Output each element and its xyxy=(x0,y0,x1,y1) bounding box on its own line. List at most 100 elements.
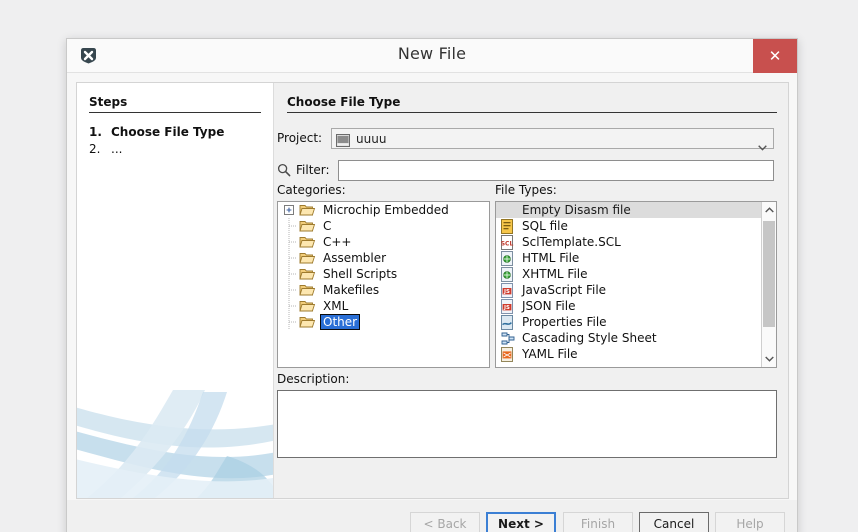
properties-file-icon xyxy=(500,314,516,330)
folder-icon xyxy=(299,250,316,266)
category-item[interactable]: Other xyxy=(278,314,489,330)
scrollbar-thumb[interactable] xyxy=(763,221,775,327)
category-item[interactable]: Microchip Embedded xyxy=(278,202,489,218)
tree-guide-icon xyxy=(282,266,299,282)
project-value: uuuu xyxy=(356,132,387,146)
category-item-label: Makefiles xyxy=(323,283,380,297)
scroll-up-button[interactable] xyxy=(762,202,776,218)
folder-icon xyxy=(299,234,316,250)
description-text-area[interactable] xyxy=(277,390,777,458)
json-file-icon: JS xyxy=(500,298,516,314)
folder-icon xyxy=(299,266,316,282)
file-types-items: Empty Disasm file SQL file SCL SclTemplate.… xyxy=(496,202,761,367)
decorative-swoosh-graphic xyxy=(77,378,273,498)
description-label: Description: xyxy=(277,372,350,386)
category-item-label: Shell Scripts xyxy=(323,267,398,281)
tree-guide-icon xyxy=(282,234,299,250)
tree-guide-icon xyxy=(282,314,299,330)
filter-input[interactable] xyxy=(338,160,774,181)
file-type-item[interactable]: XHTML File xyxy=(496,266,761,282)
steps-divider xyxy=(89,112,261,113)
dialog-content: Steps 1. Choose File Type 2. ... Choose … xyxy=(76,82,789,499)
file-type-item-label: Properties File xyxy=(522,315,607,329)
steps-pane: Steps 1. Choose File Type 2. ... xyxy=(77,83,274,498)
file-type-item[interactable]: JS JavaScript File xyxy=(496,282,761,298)
file-type-item[interactable]: Properties File xyxy=(496,314,761,330)
finish-button[interactable]: Finish xyxy=(563,512,633,532)
scroll-down-button[interactable] xyxy=(762,351,776,367)
screen: New File ✕ Steps 1. Choose File Type 2. … xyxy=(0,0,858,532)
section-heading: Choose File Type xyxy=(287,95,401,109)
expand-toggle-icon[interactable] xyxy=(282,202,299,218)
help-button-label: Help xyxy=(736,517,764,531)
cancel-button-label: Cancel xyxy=(653,517,695,531)
category-item-label: C xyxy=(323,219,332,233)
section-divider xyxy=(287,112,777,113)
file-type-item[interactable]: HTML File xyxy=(496,250,761,266)
file-types-label: File Types: xyxy=(495,183,557,197)
category-item[interactable]: XML xyxy=(278,298,489,314)
category-item[interactable]: Shell Scripts xyxy=(278,266,489,282)
dialog-titlebar: New File ✕ xyxy=(67,39,797,73)
help-button[interactable]: Help xyxy=(715,512,785,532)
file-type-item[interactable]: JS JSON File xyxy=(496,298,761,314)
file-type-item-label: XHTML File xyxy=(522,267,588,281)
step-2-label: ... xyxy=(111,142,123,156)
file-type-item-label: SclTemplate.SCL xyxy=(522,235,621,249)
html-file-icon xyxy=(500,250,516,266)
folder-icon xyxy=(299,298,316,314)
steps-heading: Steps xyxy=(89,95,128,109)
file-type-item-label: YAML File xyxy=(522,347,578,361)
new-file-dialog: New File ✕ Steps 1. Choose File Type 2. … xyxy=(66,38,798,532)
file-type-item-label: Empty Disasm file xyxy=(522,203,631,217)
file-type-item-label: SQL file xyxy=(522,219,568,233)
step-2-number: 2. xyxy=(89,142,101,156)
scl-file-icon: SCL xyxy=(500,234,516,250)
file-types-scrollbar[interactable] xyxy=(761,202,776,367)
file-types-list[interactable]: Empty Disasm file SQL file SCL SclTemplate.… xyxy=(495,201,777,368)
xhtml-file-icon xyxy=(500,266,516,282)
file-type-item-label: JSON File xyxy=(522,299,576,313)
finish-button-label: Finish xyxy=(580,517,616,531)
file-type-item-label: Cascading Style Sheet xyxy=(522,331,657,345)
category-item-label: C++ xyxy=(323,235,352,249)
tree-guide-icon xyxy=(282,250,299,266)
category-item-label: XML xyxy=(323,299,349,313)
project-select[interactable]: uuuu xyxy=(331,128,774,151)
folder-icon xyxy=(299,218,316,234)
step-1-number: 1. xyxy=(89,125,102,139)
file-type-item[interactable]: Empty Disasm file xyxy=(496,202,761,218)
close-button[interactable]: ✕ xyxy=(753,39,797,73)
tree-guide-icon xyxy=(282,218,299,234)
categories-label: Categories: xyxy=(277,183,346,197)
yaml-file-icon xyxy=(500,346,516,362)
dialog-footer: < Back Next > Finish Cancel Help xyxy=(67,500,797,532)
folder-icon xyxy=(299,282,316,298)
project-label: Project: xyxy=(277,131,323,145)
file-type-item[interactable]: SCL SclTemplate.SCL xyxy=(496,234,761,250)
step-1-label: Choose File Type xyxy=(111,125,225,139)
close-icon: ✕ xyxy=(768,47,782,65)
category-item[interactable]: C xyxy=(278,218,489,234)
category-item-label: Microchip Embedded xyxy=(323,203,449,217)
cancel-button[interactable]: Cancel xyxy=(639,512,709,532)
back-button-label: < Back xyxy=(423,517,467,531)
category-item[interactable]: Makefiles xyxy=(278,282,489,298)
file-type-item-label: HTML File xyxy=(522,251,580,265)
categories-list[interactable]: Microchip Embedded C C++ Assembler Shell Scr… xyxy=(277,201,490,368)
folder-icon xyxy=(299,314,316,330)
category-item[interactable]: Assembler xyxy=(278,250,489,266)
file-type-item[interactable]: Cascading Style Sheet xyxy=(496,330,761,346)
file-type-item-label: JavaScript File xyxy=(522,283,607,297)
next-button-label: Next > xyxy=(498,517,544,531)
category-item-label: Assembler xyxy=(323,251,387,265)
choose-file-type-pane: Choose File Type Project: uuuu Filter: C… xyxy=(274,83,788,498)
svg-text:SCL: SCL xyxy=(501,240,514,247)
js-file-icon: JS xyxy=(500,282,516,298)
back-button[interactable]: < Back xyxy=(410,512,480,532)
file-type-item[interactable]: SQL file xyxy=(496,218,761,234)
folder-icon xyxy=(299,202,316,218)
file-type-item[interactable]: YAML File xyxy=(496,346,761,362)
next-button[interactable]: Next > xyxy=(486,512,556,532)
category-item[interactable]: C++ xyxy=(278,234,489,250)
